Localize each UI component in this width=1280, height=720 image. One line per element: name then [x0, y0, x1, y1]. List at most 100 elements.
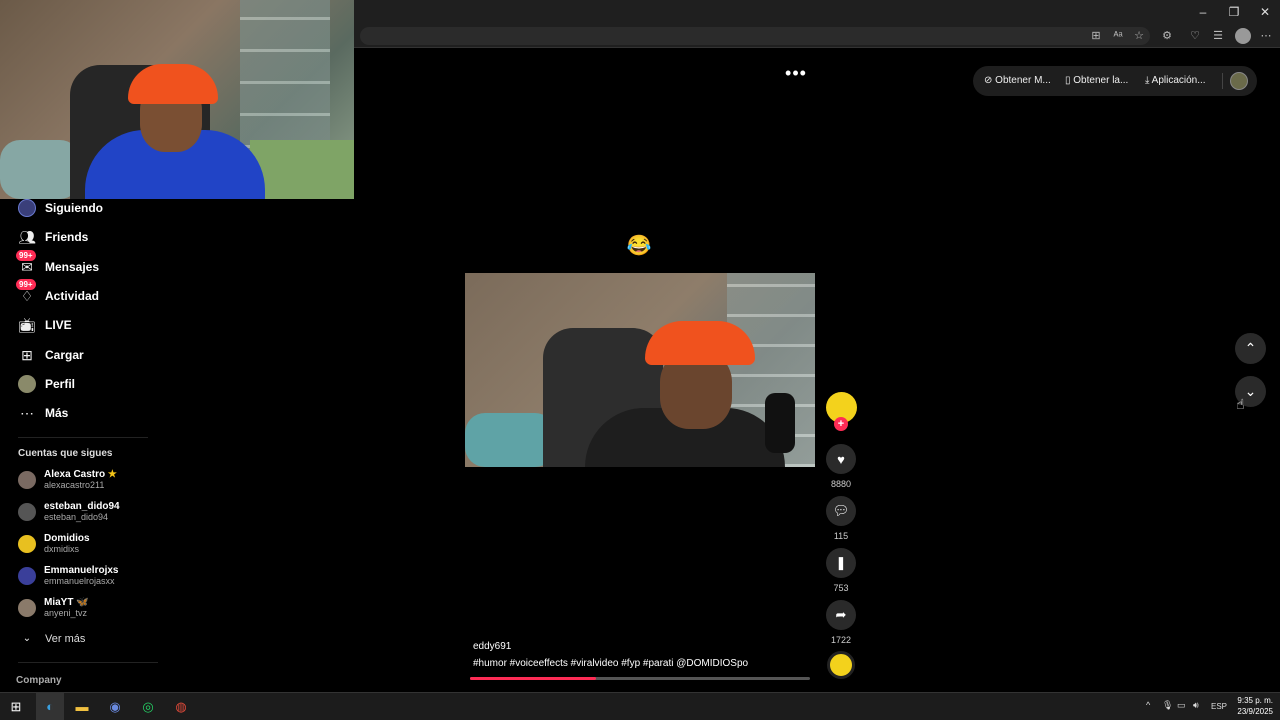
save-button[interactable]: ❚ [826, 548, 856, 578]
volume-icon[interactable]: 🔊︎ [1193, 700, 1199, 711]
more-options-button[interactable]: ••• [784, 64, 808, 84]
get-app-button[interactable]: ▯ Obtener la... [1065, 75, 1128, 87]
avatar [18, 599, 36, 617]
account-item[interactable]: esteban_dido94 esteban_dido94 [18, 498, 120, 526]
account-item[interactable]: Emmanuelrojxs emmanuelrojasxx [18, 562, 118, 590]
heart-icon: ♥ [837, 451, 845, 467]
sidebar-item-label: Friends [45, 230, 89, 244]
company-link[interactable]: Company [16, 675, 62, 686]
chevron-down-icon: ⌄ [22, 633, 32, 644]
get-coins-button[interactable]: ⊘ Obtener M... [984, 75, 1051, 87]
app-available-icon[interactable]: ⊞ [1088, 28, 1104, 44]
file-explorer-icon[interactable]: ▬ [71, 697, 93, 717]
account-item[interactable]: Domidios dxmidixs [18, 530, 90, 558]
account-name: MiaYT 🦋 [44, 597, 89, 608]
chevron-down-icon: ⌄ [1244, 383, 1257, 399]
account-name: esteban_dido94 [44, 501, 120, 512]
video-caption[interactable]: #humor #voiceeffects #viralvideo #fyp #p… [473, 658, 748, 669]
account-item[interactable]: Alexa Castro ★ alexacastro211 [18, 466, 117, 494]
bookmark-icon: ❚ [835, 555, 847, 570]
taskbar [0, 692, 1280, 720]
share-arrow-icon: ➦ [835, 607, 847, 622]
account-handle: alexacastro211 [44, 480, 105, 490]
sidebar-item-label: Mensajes [45, 260, 100, 274]
friends-icon: 👥︎ [18, 229, 36, 245]
close-window-button[interactable]: ✕ [1256, 4, 1274, 20]
user-avatar[interactable] [1230, 72, 1248, 90]
tray-chevron-icon[interactable]: ^ [1146, 700, 1150, 710]
minimize-button[interactable]: – [1194, 4, 1212, 20]
comment-button[interactable]: 💬︎ [826, 496, 856, 526]
browser-profile-avatar[interactable] [1235, 28, 1251, 44]
share-button[interactable]: ➦ [826, 600, 856, 630]
sound-disc-icon[interactable] [827, 651, 855, 679]
sidebar-item-label: Siguiendo [45, 201, 103, 215]
network-icon[interactable]: ▭ [1177, 700, 1186, 711]
star-badge-icon: ★ [107, 469, 117, 480]
start-windows-icon[interactable]: ⊞ [5, 697, 27, 717]
sidebar-item-label: Más [45, 406, 69, 420]
comment-icon: 💬︎ [832, 503, 850, 518]
profile-avatar-icon [18, 375, 36, 393]
discord-icon[interactable]: ◉ [104, 697, 126, 717]
avatar [18, 503, 36, 521]
upload-icon: ⊞ [21, 347, 33, 363]
previous-video-button[interactable]: ⌃ [1235, 333, 1266, 364]
like-count: 8880 [830, 479, 852, 489]
favorite-star-icon[interactable]: ☆ [1131, 28, 1147, 44]
like-button[interactable]: ♥ [826, 444, 856, 474]
download-app-button[interactable]: ⤓ Aplicación... [1145, 75, 1206, 87]
language-indicator[interactable]: ESP [1211, 702, 1227, 711]
sidebar-item-mensajes[interactable]: ✉ 99+ Mensajes [16, 250, 100, 278]
sidebar-item-siguiendo[interactable]: Siguiendo [18, 197, 103, 219]
sidebar-item-label: Cargar [45, 348, 84, 362]
sidebar-item-mas[interactable]: ⋯ Más [18, 402, 68, 424]
account-item[interactable]: MiaYT 🦋 anyeni_tvz [18, 594, 89, 622]
account-name: Domidios [44, 533, 90, 544]
sidebar-item-cargar[interactable]: ⊞ Cargar [18, 344, 84, 366]
sidebar-item-friends[interactable]: 👥︎ Friends [18, 226, 88, 248]
collections-icon[interactable]: ☰ [1210, 28, 1226, 44]
chevron-up-icon: ⌃ [1244, 340, 1257, 356]
account-name: Emmanuelrojxs [44, 565, 119, 576]
edge-browser-icon[interactable]: ◐ [39, 697, 61, 717]
messages-badge: 99+ [16, 250, 36, 261]
avatar [18, 567, 36, 585]
video-player[interactable] [465, 273, 815, 467]
download-app-label: Aplicación... [1151, 75, 1206, 86]
microphone-icon[interactable]: 🎙︎ [1162, 700, 1173, 711]
video-progress-fill [470, 677, 596, 680]
see-more-button[interactable]: ⌄ Ver más [18, 628, 86, 650]
mouse-cursor-icon: ☝︎ [1236, 396, 1245, 412]
divider [18, 437, 148, 438]
sidebar-item-label: Perfil [45, 377, 76, 391]
comment-count: 115 [833, 531, 849, 541]
avatar [18, 471, 36, 489]
get-coins-label: Obtener M... [995, 75, 1051, 86]
account-handle: emmanuelrojasxx [44, 576, 115, 586]
clock-time[interactable]: 9:35 p. m. [1233, 696, 1273, 705]
browser-essentials-icon[interactable]: ♡ [1187, 28, 1203, 44]
clock-date[interactable]: 23/9/2025 [1233, 707, 1273, 716]
obs-icon[interactable]: ◍ [170, 697, 192, 717]
sidebar-item-actividad[interactable]: ♢ 99+ Actividad [16, 279, 99, 307]
account-handle: dxmidixs [44, 544, 80, 554]
video-author[interactable]: eddy691 [473, 641, 511, 652]
following-heading: Cuentas que sigues [18, 448, 113, 459]
whatsapp-icon[interactable]: ◎ [137, 697, 159, 717]
sidebar-item-perfil[interactable]: Perfil [18, 373, 75, 395]
caption-emoji: 😂 [626, 235, 652, 257]
browser-menu-icon[interactable]: ⋯ [1258, 28, 1274, 44]
extensions-icon[interactable]: ⚙ [1159, 28, 1175, 44]
sidebar-item-live[interactable]: 📺︎ LIVE [18, 314, 72, 336]
address-field[interactable] [360, 27, 1150, 45]
get-app-label: Obtener la... [1073, 75, 1129, 86]
see-more-label: Ver más [45, 633, 86, 645]
divider [1222, 73, 1223, 89]
restore-button[interactable]: ❐ [1225, 4, 1243, 20]
live-icon: 📺︎ [18, 317, 36, 333]
read-aloud-icon[interactable]: ᴬᵃ [1110, 28, 1126, 44]
following-avatar-icon [18, 199, 36, 217]
follow-plus-icon[interactable]: + [834, 417, 848, 431]
avatar [18, 535, 36, 553]
